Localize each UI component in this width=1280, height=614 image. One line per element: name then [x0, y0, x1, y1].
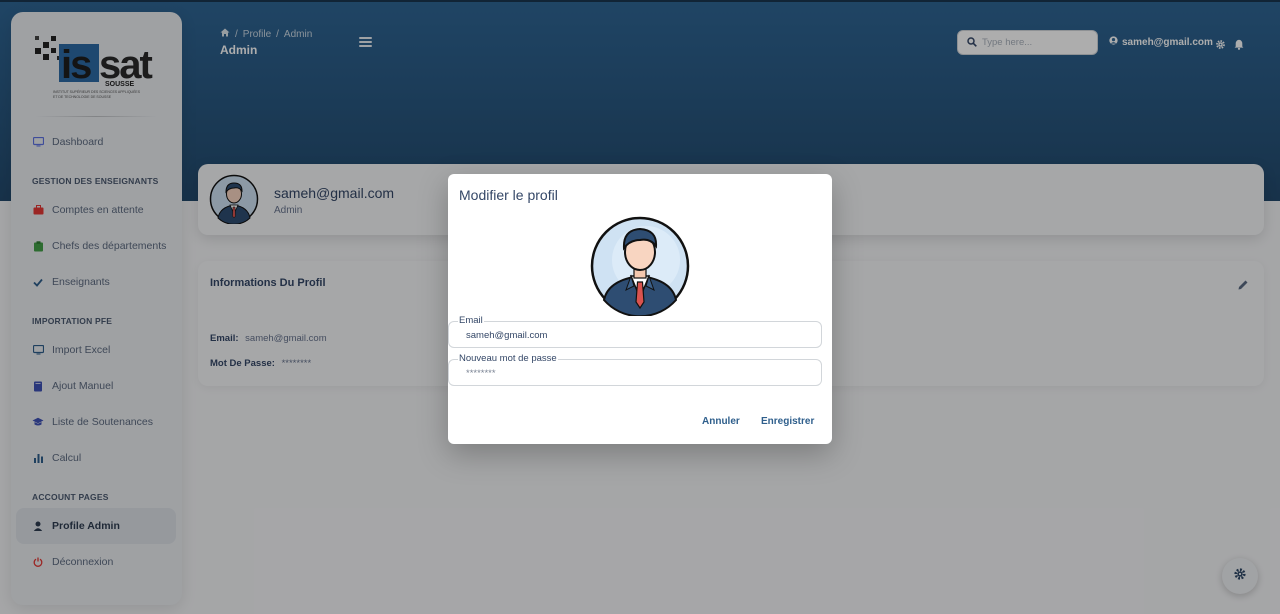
email-field[interactable]: Email [448, 315, 822, 348]
email-label: Email [458, 315, 484, 326]
cancel-button[interactable]: Annuler [702, 416, 740, 427]
avatar [590, 216, 690, 318]
password-label: Nouveau mot de passe [458, 353, 558, 364]
dialog-title: Modifier le profil [459, 187, 558, 203]
edit-profile-dialog: Modifier le profil Email Nouveau mot de … [448, 174, 832, 444]
password-field[interactable]: Nouveau mot de passe [448, 353, 822, 386]
email-input[interactable] [466, 330, 806, 341]
password-input[interactable] [466, 368, 806, 379]
save-button[interactable]: Enregistrer [761, 416, 814, 427]
